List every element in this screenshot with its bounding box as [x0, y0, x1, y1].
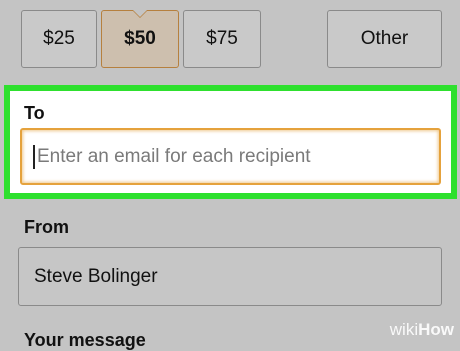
- sender-name-input[interactable]: Steve Bolinger: [18, 247, 442, 306]
- recipient-email-input[interactable]: Enter an email for each recipient: [20, 128, 441, 185]
- message-label: Your message: [24, 330, 146, 350]
- selected-notch: [133, 10, 147, 17]
- watermark-suffix: How: [418, 320, 454, 339]
- amount-25-button[interactable]: $25: [21, 10, 97, 68]
- recipient-email-placeholder: Enter an email for each recipient: [37, 145, 311, 167]
- amount-50-label: $50: [124, 28, 156, 49]
- amount-other-button[interactable]: Other: [327, 10, 442, 68]
- amount-other-label: Other: [360, 28, 409, 49]
- sender-name-value: Steve Bolinger: [34, 265, 158, 287]
- from-label: From: [24, 217, 69, 237]
- amount-25-label: $25: [43, 28, 75, 49]
- amount-50-button[interactable]: $50: [101, 10, 179, 68]
- to-section-highlight: To Enter an email for each recipient: [4, 85, 457, 199]
- amount-75-button[interactable]: $75: [183, 10, 261, 68]
- text-caret: [33, 144, 35, 169]
- wikihow-watermark: wikiHow: [390, 320, 454, 340]
- watermark-prefix: wiki: [389, 320, 419, 339]
- amount-75-label: $75: [206, 28, 238, 49]
- to-label: To: [24, 103, 45, 123]
